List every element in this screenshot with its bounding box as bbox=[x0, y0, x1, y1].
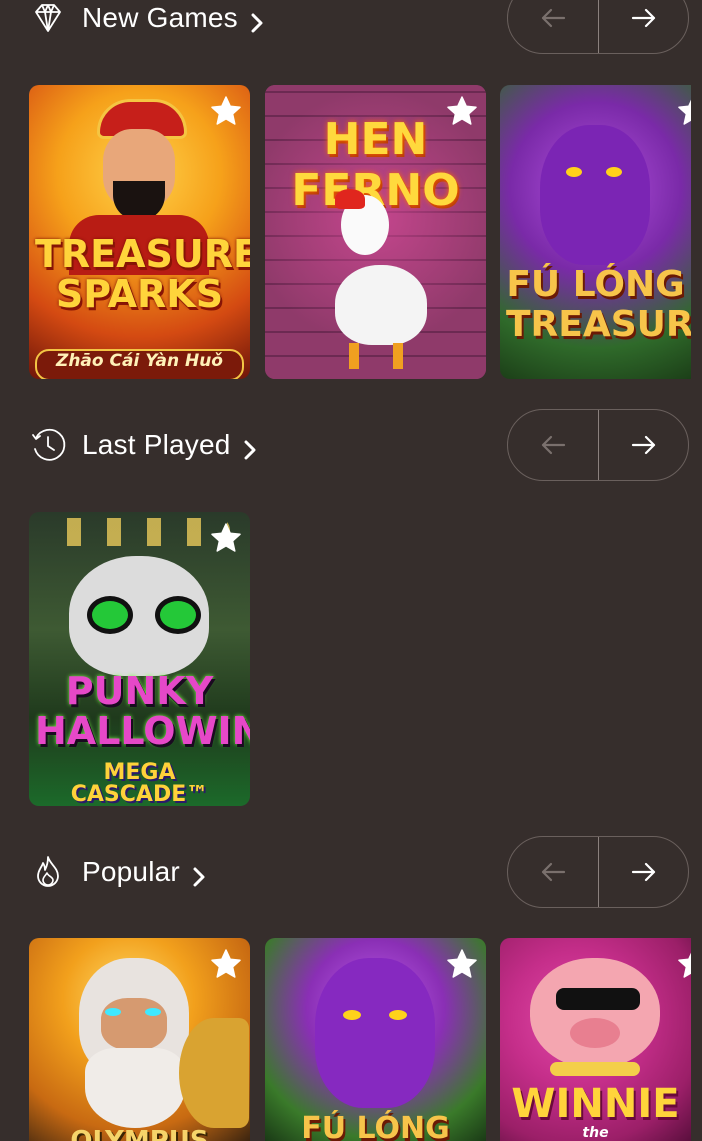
favorite-star-icon[interactable] bbox=[446, 948, 478, 980]
diamond-icon bbox=[30, 0, 66, 36]
game-card[interactable]: OLYMPUS bbox=[29, 938, 250, 1141]
history-clock-icon bbox=[30, 427, 66, 463]
game-card[interactable]: WINNIE the bbox=[500, 938, 691, 1141]
chevron-right-icon bbox=[241, 434, 259, 460]
section-title: Popular bbox=[82, 856, 180, 887]
game-thumbnail: WINNIE the bbox=[500, 938, 691, 1141]
favorite-star-icon[interactable] bbox=[446, 95, 478, 127]
section-title-link[interactable]: Last Played bbox=[82, 427, 259, 463]
carousel-nav bbox=[507, 836, 689, 908]
arrow-right-icon bbox=[631, 435, 655, 455]
game-thumbnail: FÚ LÓNG TREASURE bbox=[500, 85, 691, 379]
game-title: PUNKY HALLOWIN bbox=[35, 669, 250, 753]
carousel-nav bbox=[507, 0, 689, 54]
carousel-prev-button[interactable] bbox=[508, 410, 598, 480]
chevron-right-icon bbox=[190, 861, 208, 887]
carousel-prev-button[interactable] bbox=[508, 0, 598, 53]
game-title: WINNIE bbox=[511, 1081, 680, 1127]
favorite-star-icon[interactable] bbox=[210, 95, 242, 127]
game-card[interactable]: HEN FERNO bbox=[265, 85, 486, 379]
chevron-right-icon bbox=[248, 7, 266, 33]
carousel-nav bbox=[507, 409, 689, 481]
game-subtitle: Zhāo Cái Yàn Huǒ bbox=[56, 351, 223, 371]
game-card[interactable]: TREASURE SPARKS Zhāo Cái Yàn Huǒ bbox=[29, 85, 250, 379]
carousel-next-button[interactable] bbox=[598, 837, 688, 907]
game-card[interactable]: PUNKY HALLOWIN MEGA CASCADE™ bbox=[29, 512, 250, 806]
favorite-star-icon[interactable] bbox=[677, 948, 691, 980]
favorite-star-icon[interactable] bbox=[210, 948, 242, 980]
favorite-star-icon[interactable] bbox=[677, 95, 691, 127]
game-thumbnail: HEN FERNO bbox=[265, 85, 486, 379]
game-subtitle: the bbox=[582, 1125, 609, 1141]
favorite-star-icon[interactable] bbox=[210, 522, 242, 554]
flame-icon bbox=[30, 854, 66, 890]
game-title: FÚ LÓNG bbox=[301, 1111, 450, 1141]
game-title: TREASURE SPARKS bbox=[35, 232, 250, 316]
game-thumbnail: TREASURE SPARKS Zhāo Cái Yàn Huǒ bbox=[29, 85, 250, 379]
game-card[interactable]: FÚ LÓNG TREASURE bbox=[500, 85, 691, 379]
game-subtitle: MEGA CASCADE™ bbox=[70, 760, 209, 806]
section-title: New Games bbox=[82, 2, 238, 33]
section-title: Last Played bbox=[82, 429, 231, 460]
carousel-next-button[interactable] bbox=[598, 0, 688, 53]
game-title: OLYMPUS bbox=[70, 1126, 209, 1141]
game-thumbnail: PUNKY HALLOWIN MEGA CASCADE™ bbox=[29, 512, 250, 806]
section-title-link[interactable]: New Games bbox=[82, 0, 266, 36]
game-card[interactable]: FÚ LÓNG bbox=[265, 938, 486, 1141]
section-title-link[interactable]: Popular bbox=[82, 854, 208, 890]
arrow-right-icon bbox=[631, 862, 655, 882]
arrow-left-icon bbox=[541, 8, 566, 28]
carousel-next-button[interactable] bbox=[598, 410, 688, 480]
arrow-left-icon bbox=[541, 435, 566, 455]
arrow-right-icon bbox=[631, 8, 655, 28]
arrow-left-icon bbox=[541, 862, 566, 882]
carousel-prev-button[interactable] bbox=[508, 837, 598, 907]
game-title: FÚ LÓNG TREASURE bbox=[506, 264, 691, 345]
